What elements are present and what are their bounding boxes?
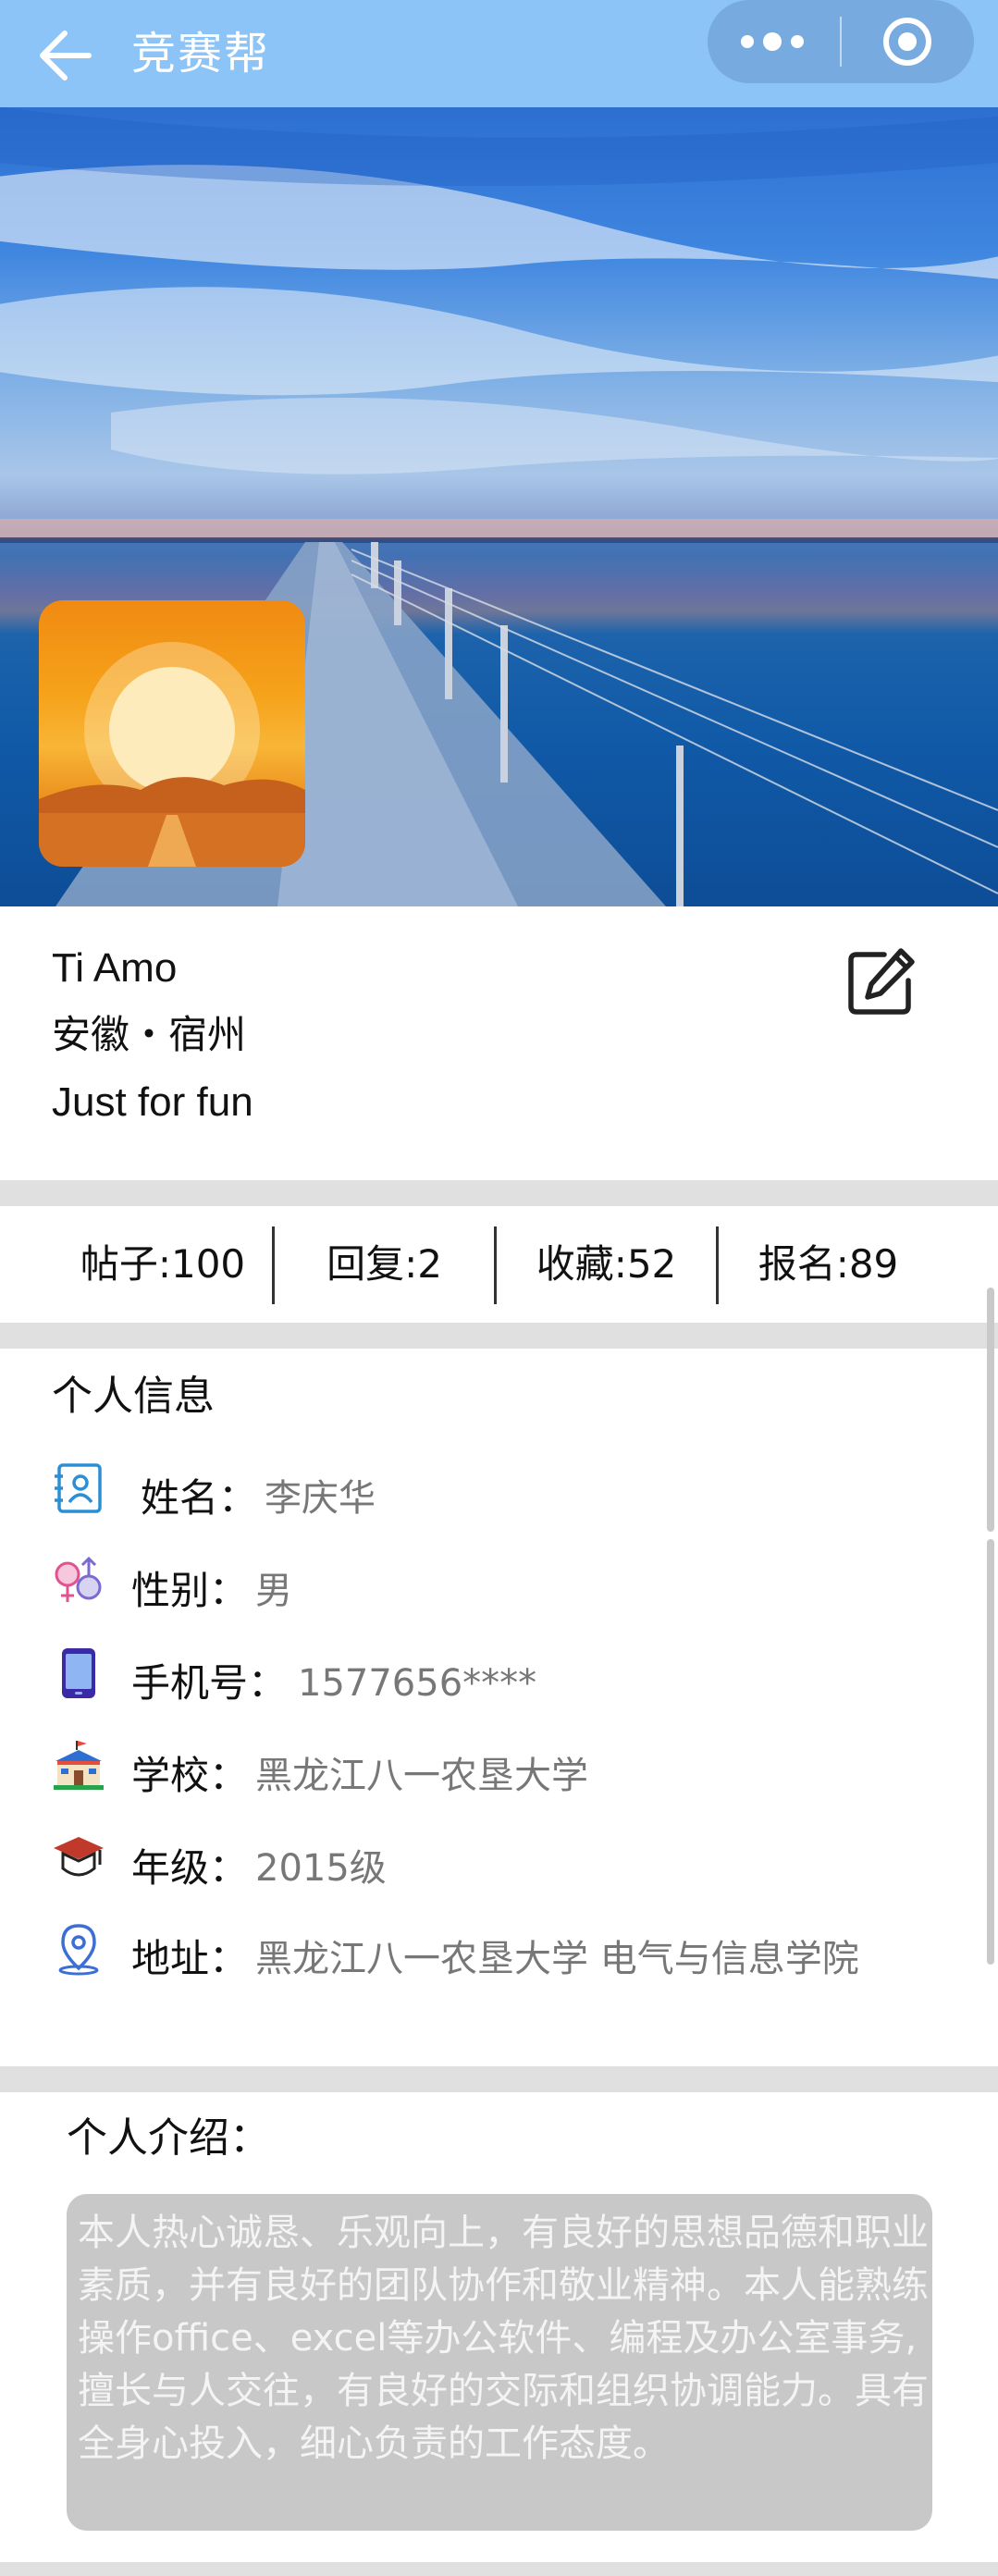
school-icon <box>54 1741 104 1790</box>
scrollbar-thumb[interactable] <box>987 1288 994 1532</box>
section-title: 个人介绍： <box>67 2114 270 2162</box>
edit-profile-button[interactable] <box>844 945 918 1019</box>
more-button[interactable] <box>708 0 841 83</box>
stat-favorites[interactable]: 收藏:52 <box>497 1206 716 1323</box>
phone-icon <box>62 1648 95 1698</box>
stats-bar: 帖子:100 回复:2 收藏:52 报名:89 <box>0 1206 998 1323</box>
info-value: 李庆华 <box>265 1477 376 1520</box>
info-label: 地址： <box>131 1936 249 1981</box>
avatar-sunset-image <box>39 642 305 867</box>
stat-registrations[interactable]: 报名:89 <box>719 1206 938 1323</box>
self-introduction-section: 个人介绍： 本人热心诚恳、乐观向上，有良好的思想品德和职业素质，并有良好的团队协… <box>0 2092 998 2562</box>
info-row-phone: 手机号： 1577656**** <box>0 1646 998 1720</box>
info-row-address: 地址： 黑龙江八一农垦大学 电气与信息学院 <box>0 1922 998 1996</box>
info-value: 男 <box>255 1570 292 1612</box>
section-gap <box>0 2066 998 2092</box>
info-row-school: 学校： 黑龙江八一农垦大学 <box>0 1739 998 1813</box>
user-avatar[interactable] <box>39 600 305 867</box>
more-dots-icon <box>741 32 804 51</box>
user-location: 安徽・宿州 <box>52 1012 247 1057</box>
contact-card-icon <box>55 1463 102 1513</box>
user-nickname: Ti Amo <box>52 945 178 991</box>
section-gap <box>0 1323 998 1349</box>
profile-card: Ti Amo 安徽・宿州 Just for fun <box>0 906 998 1180</box>
edit-icon <box>848 948 915 1015</box>
section-gap <box>0 1180 998 1206</box>
close-mini-program-button[interactable] <box>842 0 974 83</box>
scrollbar-track <box>987 1539 994 1965</box>
profile-cover-image <box>0 107 998 906</box>
info-value: 1577656**** <box>298 1662 537 1705</box>
info-row-gender: 性别： 男 <box>0 1554 998 1628</box>
back-button[interactable] <box>37 17 102 91</box>
target-circle-icon <box>883 18 931 66</box>
location-pin-icon <box>58 1924 99 1976</box>
bottom-gap <box>0 2562 998 2576</box>
info-label: 性别： <box>131 1568 249 1613</box>
mini-program-capsule <box>708 0 974 83</box>
introduction-text: 本人热心诚恳、乐观向上，有良好的思想品德和职业素质，并有良好的团队协作和敬业精神… <box>78 2212 929 2465</box>
page-title: 竞赛帮 <box>131 28 271 80</box>
user-signature: Just for fun <box>52 1079 253 1125</box>
top-nav-bar: 竞赛帮 <box>0 0 998 107</box>
stat-replies[interactable]: 回复:2 <box>275 1206 494 1323</box>
info-label: 学校： <box>131 1753 249 1798</box>
gender-icon <box>55 1556 102 1602</box>
info-value: 2015级 <box>255 1847 387 1890</box>
section-title: 个人信息 <box>52 1373 215 1420</box>
info-value: 黑龙江八一农垦大学 电气与信息学院 <box>255 1938 859 1980</box>
personal-info-section: 个人信息 姓名： 李庆华 性别： 男 手机号： 1577656**** 学校： … <box>0 1349 998 2066</box>
stat-posts[interactable]: 帖子:100 <box>37 1206 289 1323</box>
info-row-grade: 年级： 2015级 <box>0 1831 998 1905</box>
info-row-name: 姓名： 李庆华 <box>0 1461 998 1535</box>
introduction-box: 本人热心诚恳、乐观向上，有良好的思想品德和职业素质，并有良好的团队协作和敬业精神… <box>67 2194 932 2531</box>
back-arrow-icon <box>40 31 92 80</box>
info-label: 年级： <box>131 1845 249 1891</box>
info-value: 黑龙江八一农垦大学 <box>255 1755 588 1797</box>
info-label: 手机号： <box>131 1660 288 1706</box>
info-label: 姓名： <box>141 1475 258 1521</box>
graduation-cap-icon <box>54 1837 104 1877</box>
